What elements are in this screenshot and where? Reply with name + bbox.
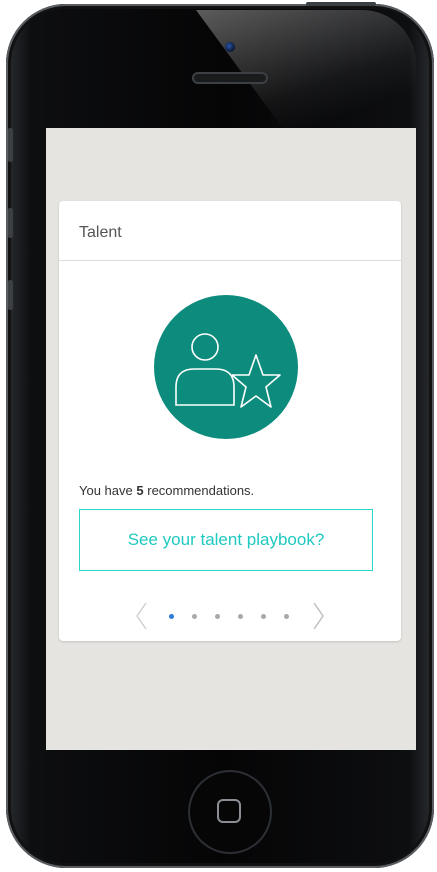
summary-prefix: You have bbox=[79, 483, 133, 498]
phone-screen: Talent You have 5 recommendations. See y… bbox=[46, 128, 416, 750]
home-button[interactable] bbox=[188, 770, 272, 854]
page-dot[interactable] bbox=[284, 614, 289, 619]
summary-suffix: recommendations. bbox=[147, 483, 255, 498]
earpiece-speaker bbox=[192, 72, 268, 84]
card-header: Talent bbox=[59, 201, 401, 261]
talent-playbook-button[interactable]: See your talent playbook? bbox=[79, 509, 373, 571]
recommendation-count: 5 bbox=[136, 483, 144, 498]
page-dot[interactable] bbox=[238, 614, 243, 619]
glass-reflection bbox=[196, 10, 416, 130]
volume-up-button bbox=[8, 208, 13, 238]
chevron-left-icon[interactable] bbox=[134, 601, 150, 631]
page-dot[interactable] bbox=[215, 614, 220, 619]
front-camera bbox=[225, 42, 235, 52]
home-button-icon bbox=[217, 799, 241, 823]
recommendations-summary: You have 5 recommendations. bbox=[79, 483, 254, 498]
mute-switch bbox=[8, 128, 13, 162]
sleep-button bbox=[306, 2, 376, 6]
page-dot[interactable] bbox=[192, 614, 197, 619]
user-star-icon bbox=[154, 295, 298, 439]
page-dot[interactable] bbox=[261, 614, 266, 619]
volume-down-button bbox=[8, 280, 13, 310]
chevron-right-icon[interactable] bbox=[310, 601, 326, 631]
card-title: Talent bbox=[79, 224, 122, 241]
page-dot[interactable] bbox=[169, 614, 174, 619]
talent-card: Talent You have 5 recommendations. See y… bbox=[59, 201, 401, 641]
talent-playbook-label: See your talent playbook? bbox=[127, 530, 325, 549]
page-indicator bbox=[134, 601, 324, 631]
